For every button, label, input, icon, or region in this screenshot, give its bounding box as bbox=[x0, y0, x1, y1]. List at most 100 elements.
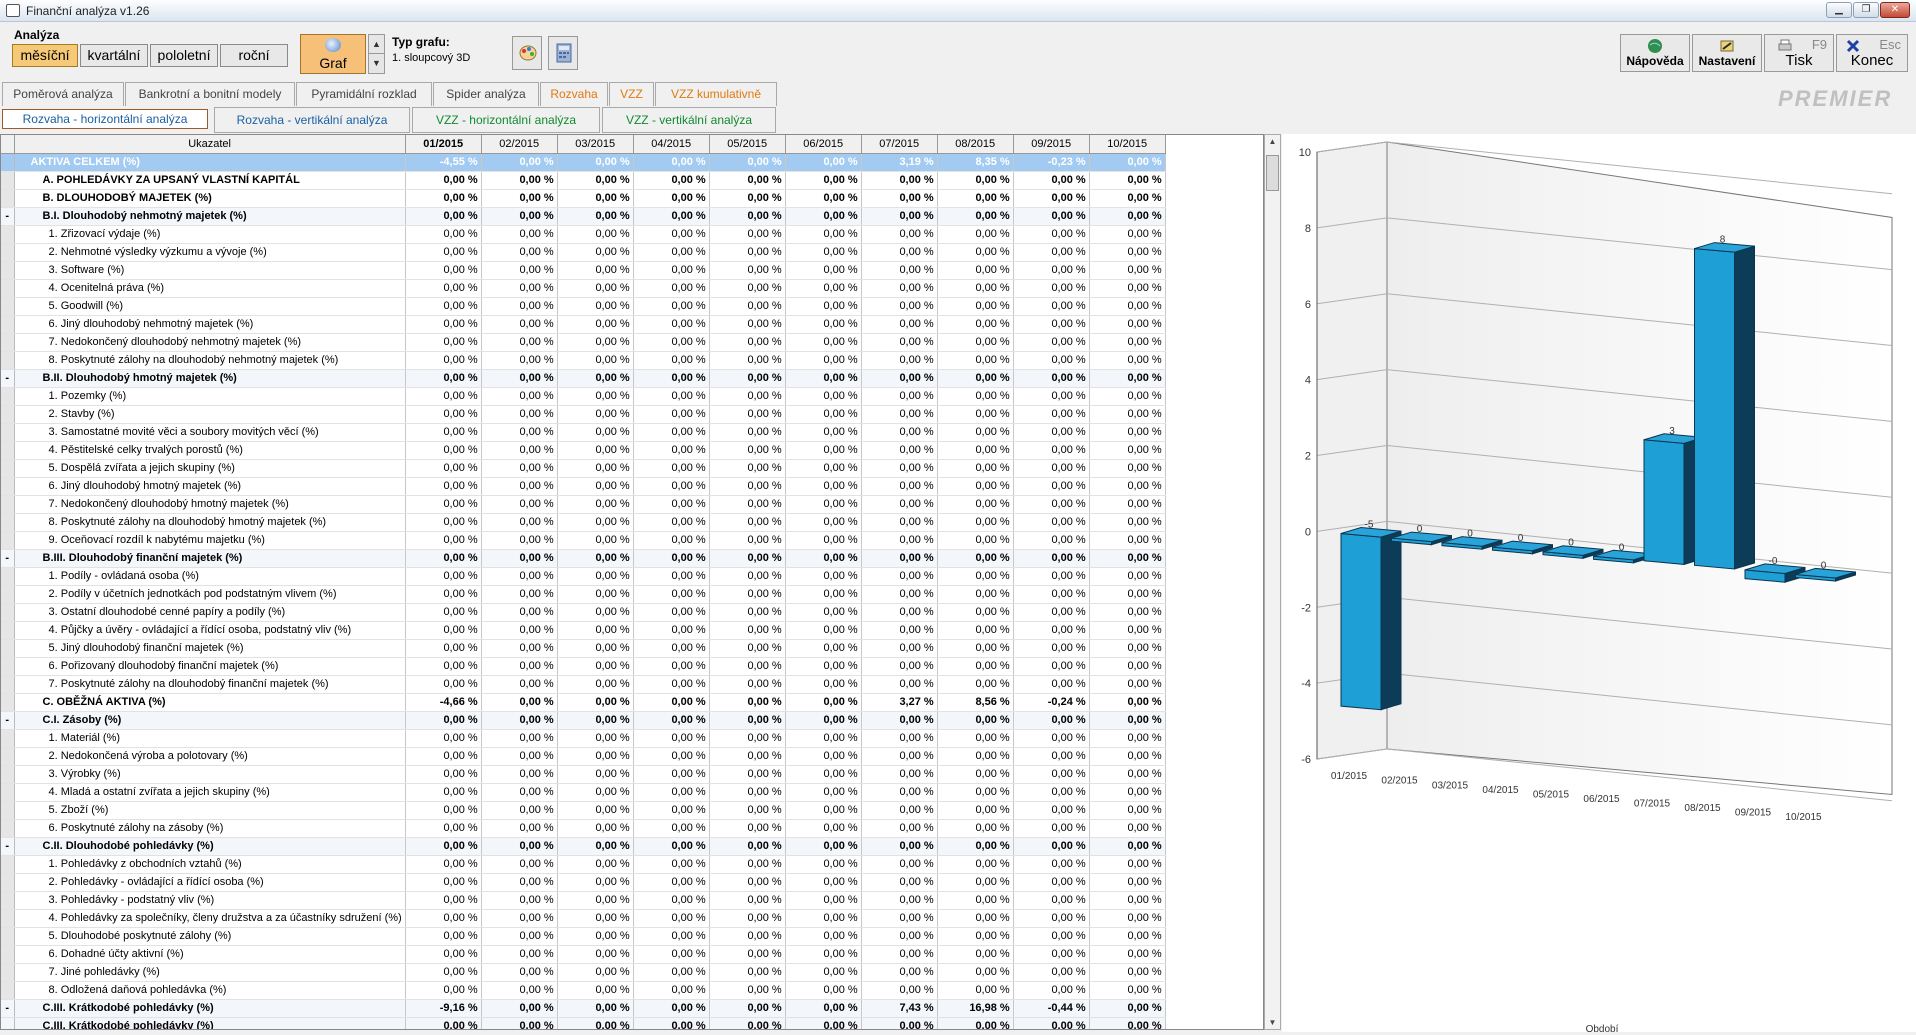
value-cell[interactable]: 0,00 % bbox=[709, 477, 786, 496]
value-cell[interactable]: 0,00 % bbox=[785, 567, 862, 586]
group-toggle-cell[interactable]: - bbox=[1, 999, 15, 1018]
value-cell[interactable]: 0,00 % bbox=[1013, 333, 1090, 352]
indicator-cell[interactable]: 1. Materiál (%) bbox=[14, 729, 406, 748]
value-cell[interactable]: 0,00 % bbox=[861, 387, 938, 406]
value-cell[interactable]: 0,00 % bbox=[481, 297, 558, 316]
value-cell[interactable]: 0,00 % bbox=[861, 567, 938, 586]
value-cell[interactable]: 0,00 % bbox=[633, 405, 710, 424]
scroll-up-icon[interactable]: ▲ bbox=[1265, 137, 1280, 146]
indicator-cell[interactable]: 8. Poskytnuté zálohy na dlouhodobý nehmo… bbox=[14, 351, 406, 370]
value-cell[interactable]: 0,00 % bbox=[1089, 369, 1166, 388]
month-header[interactable]: 01/2015 bbox=[405, 135, 482, 154]
value-cell[interactable]: 0,00 % bbox=[1089, 405, 1166, 424]
value-cell[interactable]: 0,00 % bbox=[861, 873, 938, 892]
table-row[interactable]: 4. Mladá a ostatní zvířata a jejich skup… bbox=[1, 783, 1166, 802]
table-row[interactable]: 4. Půjčky a úvěry - ovládající a řídící … bbox=[1, 621, 1166, 640]
chart-type-spinner[interactable]: ▲ ▼ bbox=[368, 34, 385, 74]
value-cell[interactable]: 0,00 % bbox=[405, 855, 482, 874]
indicator-cell[interactable]: B.II. Dlouhodobý hmotný majetek (%) bbox=[14, 369, 406, 388]
value-cell[interactable]: 0,00 % bbox=[937, 333, 1014, 352]
value-cell[interactable]: 0,00 % bbox=[937, 819, 1014, 838]
value-cell[interactable]: 0,00 % bbox=[785, 927, 862, 946]
value-cell[interactable]: 0,00 % bbox=[709, 981, 786, 1000]
value-cell[interactable]: 0,00 % bbox=[557, 207, 634, 226]
value-cell[interactable]: 0,00 % bbox=[633, 855, 710, 874]
indicator-cell[interactable]: 1. Pozemky (%) bbox=[14, 387, 406, 406]
value-cell[interactable]: -0,23 % bbox=[1013, 153, 1090, 172]
indicator-cell[interactable]: 9. Oceňovací rozdíl k nabytému majetku (… bbox=[14, 531, 406, 550]
value-cell[interactable]: 0,00 % bbox=[1089, 531, 1166, 550]
value-cell[interactable]: 0,00 % bbox=[709, 783, 786, 802]
value-cell[interactable]: 0,00 % bbox=[709, 369, 786, 388]
minimize-button[interactable]: ▁ bbox=[1826, 2, 1852, 18]
table-row[interactable]: 6. Dohadné účty aktivní (%) 0,00 % 0,00 % 0… bbox=[1, 945, 1166, 964]
value-cell[interactable]: 0,00 % bbox=[557, 387, 634, 406]
value-cell[interactable]: 0,00 % bbox=[785, 855, 862, 874]
value-cell[interactable]: 8,35 % bbox=[937, 153, 1014, 172]
value-cell[interactable]: 0,00 % bbox=[785, 495, 862, 514]
value-cell[interactable]: 0,00 % bbox=[633, 819, 710, 838]
value-cell[interactable]: 0,00 % bbox=[405, 837, 482, 856]
value-cell[interactable]: 0,00 % bbox=[709, 459, 786, 478]
value-cell[interactable]: 0,00 % bbox=[633, 225, 710, 244]
indicator-cell[interactable]: 6. Poskytnuté zálohy na zásoby (%) bbox=[14, 819, 406, 838]
value-cell[interactable]: 0,00 % bbox=[481, 981, 558, 1000]
value-cell[interactable]: 0,00 % bbox=[1013, 945, 1090, 964]
value-cell[interactable]: 0,00 % bbox=[481, 711, 558, 730]
value-cell[interactable]: 0,00 % bbox=[1089, 351, 1166, 370]
indicator-cell[interactable]: 7. Nedokončený dlouhodobý nehmotný majet… bbox=[14, 333, 406, 352]
value-cell[interactable]: 0,00 % bbox=[861, 747, 938, 766]
indicator-cell[interactable]: 6. Jiný dlouhodobý nehmotný majetek (%) bbox=[14, 315, 406, 334]
value-cell[interactable]: 0,00 % bbox=[633, 945, 710, 964]
value-cell[interactable]: 0,00 % bbox=[633, 747, 710, 766]
value-cell[interactable]: 0,00 % bbox=[1013, 279, 1090, 298]
value-cell[interactable]: 0,00 % bbox=[785, 387, 862, 406]
value-cell[interactable]: 0,00 % bbox=[861, 441, 938, 460]
value-cell[interactable]: 0,00 % bbox=[481, 729, 558, 748]
value-cell[interactable]: 0,00 % bbox=[1089, 981, 1166, 1000]
value-cell[interactable]: 0,00 % bbox=[633, 585, 710, 604]
value-cell[interactable]: 0,00 % bbox=[481, 495, 558, 514]
value-cell[interactable]: 0,00 % bbox=[1089, 171, 1166, 190]
value-cell[interactable]: 0,00 % bbox=[1013, 495, 1090, 514]
value-cell[interactable]: 0,00 % bbox=[861, 297, 938, 316]
indicator-cell[interactable]: 3. Samostatné movité věci a soubory movi… bbox=[14, 423, 406, 442]
value-cell[interactable]: 0,00 % bbox=[861, 855, 938, 874]
value-cell[interactable]: 16,98 % bbox=[937, 999, 1014, 1018]
value-cell[interactable]: 0,00 % bbox=[709, 189, 786, 208]
value-cell[interactable]: 0,00 % bbox=[785, 747, 862, 766]
value-cell[interactable]: 0,00 % bbox=[1089, 819, 1166, 838]
value-cell[interactable]: 0,00 % bbox=[1013, 567, 1090, 586]
value-cell[interactable]: 0,00 % bbox=[937, 567, 1014, 586]
value-cell[interactable]: 0,00 % bbox=[1013, 261, 1090, 280]
value-cell[interactable]: 0,00 % bbox=[1089, 909, 1166, 928]
value-cell[interactable]: 0,00 % bbox=[1013, 585, 1090, 604]
value-cell[interactable]: 0,00 % bbox=[557, 189, 634, 208]
tab-rozvaha-vertikalni[interactable]: Rozvaha - vertikální analýza bbox=[214, 107, 410, 133]
table-scrollbar[interactable]: ▲ ▼ bbox=[1264, 134, 1281, 1030]
value-cell[interactable]: 0,00 % bbox=[1089, 873, 1166, 892]
value-cell[interactable]: 0,00 % bbox=[861, 891, 938, 910]
value-cell[interactable]: 0,00 % bbox=[1089, 945, 1166, 964]
tisk-button[interactable]: F9 Tisk bbox=[1764, 34, 1834, 72]
value-cell[interactable]: 0,00 % bbox=[557, 909, 634, 928]
value-cell[interactable]: 0,00 % bbox=[1089, 837, 1166, 856]
value-cell[interactable]: 8,56 % bbox=[937, 693, 1014, 712]
value-cell[interactable]: 0,00 % bbox=[937, 351, 1014, 370]
value-cell[interactable]: 0,00 % bbox=[937, 459, 1014, 478]
value-cell[interactable]: 0,00 % bbox=[1013, 909, 1090, 928]
value-cell[interactable]: -4,55 % bbox=[405, 153, 482, 172]
value-cell[interactable]: 0,00 % bbox=[481, 477, 558, 496]
value-cell[interactable]: 0,00 % bbox=[785, 225, 862, 244]
value-cell[interactable]: 0,00 % bbox=[1089, 477, 1166, 496]
value-cell[interactable]: 0,00 % bbox=[557, 1017, 634, 1029]
value-cell[interactable]: 0,00 % bbox=[1013, 513, 1090, 532]
table-row[interactable]: 5. Zboží (%) 0,00 % 0,00 % 0,00 % 0,00 % 0,00… bbox=[1, 801, 1166, 820]
value-cell[interactable]: 0,00 % bbox=[861, 531, 938, 550]
table-row[interactable]: C.III. Krátkodobé pohledávky (%) 0,00 % 0,… bbox=[1, 1017, 1166, 1029]
value-cell[interactable]: 0,00 % bbox=[1013, 243, 1090, 262]
value-cell[interactable]: 0,00 % bbox=[1013, 855, 1090, 874]
value-cell[interactable]: 0,00 % bbox=[861, 423, 938, 442]
value-cell[interactable]: 0,00 % bbox=[557, 639, 634, 658]
value-cell[interactable]: 0,00 % bbox=[481, 819, 558, 838]
